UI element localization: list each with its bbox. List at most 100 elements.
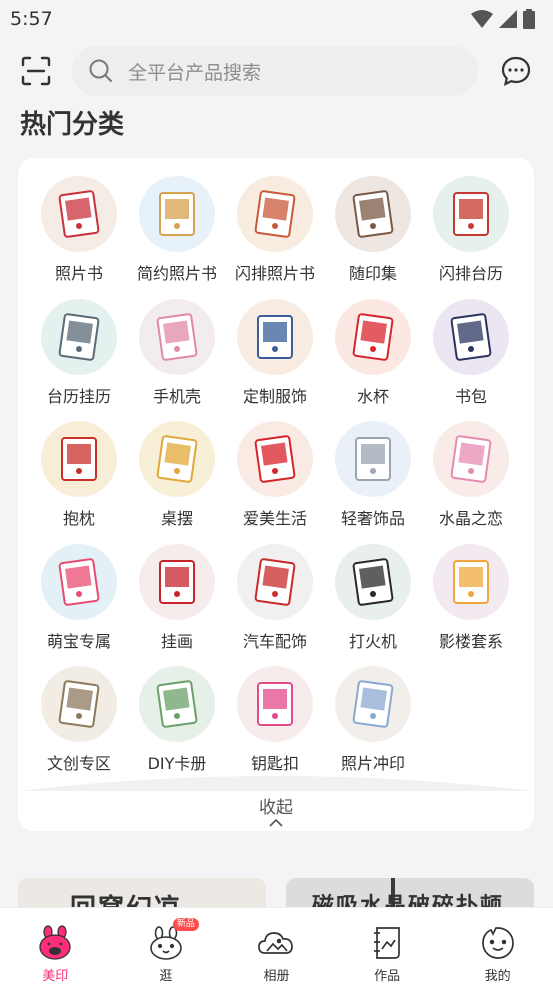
product-image-icon <box>355 437 391 481</box>
category-label: 影楼套系 <box>438 631 503 651</box>
works-frame-icon <box>368 924 406 962</box>
category-item[interactable]: 萌宝专属 <box>30 543 128 667</box>
category-label: 照片书 <box>54 264 103 283</box>
nav-item-album[interactable]: 相册 <box>221 908 332 984</box>
product-image-icon <box>156 435 198 483</box>
category-item[interactable]: 爱美生活 <box>226 421 324 544</box>
product-image-icon <box>58 557 100 606</box>
category-thumbnail <box>433 298 509 375</box>
category-thumbnail <box>139 666 215 742</box>
category-thumbnail <box>139 421 215 497</box>
nav-item-browse[interactable]: 新品 逛 <box>111 908 222 984</box>
product-image-icon <box>58 680 100 728</box>
category-thumbnail <box>335 543 411 620</box>
category-thumbnail <box>433 421 509 497</box>
category-label: 挂画 <box>160 631 193 651</box>
product-image-icon <box>156 680 198 728</box>
category-label: 爱美生活 <box>242 509 307 528</box>
product-image-icon <box>58 190 100 238</box>
category-item[interactable]: 定制服饰 <box>226 298 324 422</box>
product-image-icon <box>156 312 198 361</box>
collapse-button[interactable]: 收起 <box>18 793 534 827</box>
product-image-icon <box>254 435 296 483</box>
product-image-icon <box>61 437 97 481</box>
collapse-area: 收起 <box>18 763 534 831</box>
browse-bunny-icon: 新品 <box>147 918 199 962</box>
product-image-icon <box>254 190 296 238</box>
category-item[interactable]: 书包 <box>422 298 520 422</box>
category-thumbnail <box>41 421 117 497</box>
category-thumbnail <box>433 543 509 620</box>
category-thumbnail <box>335 176 411 252</box>
category-thumbnail <box>237 298 313 375</box>
category-label: 汽车配饰 <box>242 631 307 651</box>
battery-icon <box>523 9 535 29</box>
category-item[interactable]: 影楼套系 <box>422 543 520 667</box>
product-image-icon <box>159 559 195 604</box>
category-item[interactable]: 挂画 <box>128 543 226 667</box>
category-item[interactable]: 桌摆 <box>128 421 226 544</box>
product-image-icon <box>352 557 394 606</box>
category-item[interactable]: 抱枕 <box>30 421 128 544</box>
album-cloud-icon <box>257 924 295 962</box>
category-thumbnail <box>41 666 117 742</box>
product-image-icon <box>257 682 293 726</box>
category-thumbnail <box>41 543 117 620</box>
product-image-icon <box>254 557 296 606</box>
category-label: 水晶之恋 <box>438 509 503 528</box>
category-item[interactable]: 随印集 <box>324 176 422 299</box>
nav-label: 相册 <box>263 969 290 984</box>
scan-icon <box>21 56 51 86</box>
category-item[interactable]: 轻奢饰品 <box>324 421 422 544</box>
nav-item-profile[interactable]: 我的 <box>442 908 553 984</box>
section-title: 热门分类 <box>20 110 125 140</box>
category-item[interactable]: 闪排照片书 <box>226 176 324 299</box>
category-thumbnail <box>139 176 215 252</box>
new-badge: 新品 <box>172 918 199 931</box>
category-thumbnail <box>237 421 313 497</box>
message-button[interactable] <box>496 51 536 91</box>
category-label: 定制服饰 <box>242 386 307 406</box>
product-image-icon <box>453 192 489 236</box>
chevron-up-icon <box>269 818 283 827</box>
category-item[interactable]: 水晶之恋 <box>422 421 520 544</box>
category-item[interactable]: 手机壳 <box>128 298 226 422</box>
message-icon <box>501 56 531 86</box>
status-time: 5:57 <box>10 8 53 30</box>
nav-label: 逛 <box>159 969 173 984</box>
category-label: 打火机 <box>348 631 397 651</box>
product-image-icon <box>352 312 394 361</box>
nav-item-works[interactable]: 作品 <box>332 908 443 984</box>
category-thumbnail <box>237 176 313 252</box>
category-label: 萌宝专属 <box>46 631 111 651</box>
category-item[interactable]: 水杯 <box>324 298 422 422</box>
category-thumbnail <box>41 176 117 252</box>
category-card: 照片书 简约照片书 闪排照片书 随印集 闪排台历台历挂历 手机壳 定制服饰 水杯 书包抱枕 桌摆 爱… <box>18 158 534 831</box>
status-bar: 5:57 <box>0 0 553 38</box>
category-thumbnail <box>335 666 411 742</box>
product-image-icon <box>257 314 293 359</box>
search-icon <box>89 59 112 82</box>
category-label: 书包 <box>454 386 487 406</box>
meiyin-bunny-icon <box>36 924 74 962</box>
category-grid: 照片书 简约照片书 闪排照片书 随印集 闪排台历台历挂历 手机壳 定制服饰 水杯 书包抱枕 桌摆 爱… <box>30 176 520 789</box>
category-item[interactable]: 照片书 <box>30 176 128 299</box>
category-thumbnail <box>139 298 215 375</box>
category-item[interactable]: 简约照片书 <box>128 176 226 299</box>
nav-item-meiyin[interactable]: 美印 <box>0 908 111 984</box>
category-item[interactable]: 打火机 <box>324 543 422 667</box>
category-thumbnail <box>335 421 411 497</box>
product-image-icon <box>159 192 195 236</box>
category-item[interactable]: 闪排台历 <box>422 176 520 299</box>
category-thumbnail <box>237 543 313 620</box>
category-label: 台历挂历 <box>46 386 111 406</box>
wifi-icon <box>471 10 493 28</box>
search-input[interactable]: 全平台产品搜索 <box>72 46 478 96</box>
nav-label: 我的 <box>484 969 511 984</box>
category-item[interactable]: 台历挂历 <box>30 298 128 422</box>
scan-button[interactable] <box>16 51 56 91</box>
category-label: 简约照片书 <box>136 264 217 283</box>
category-thumbnail <box>335 298 411 375</box>
nav-label: 美印 <box>42 969 69 984</box>
category-item[interactable]: 汽车配饰 <box>226 543 324 667</box>
